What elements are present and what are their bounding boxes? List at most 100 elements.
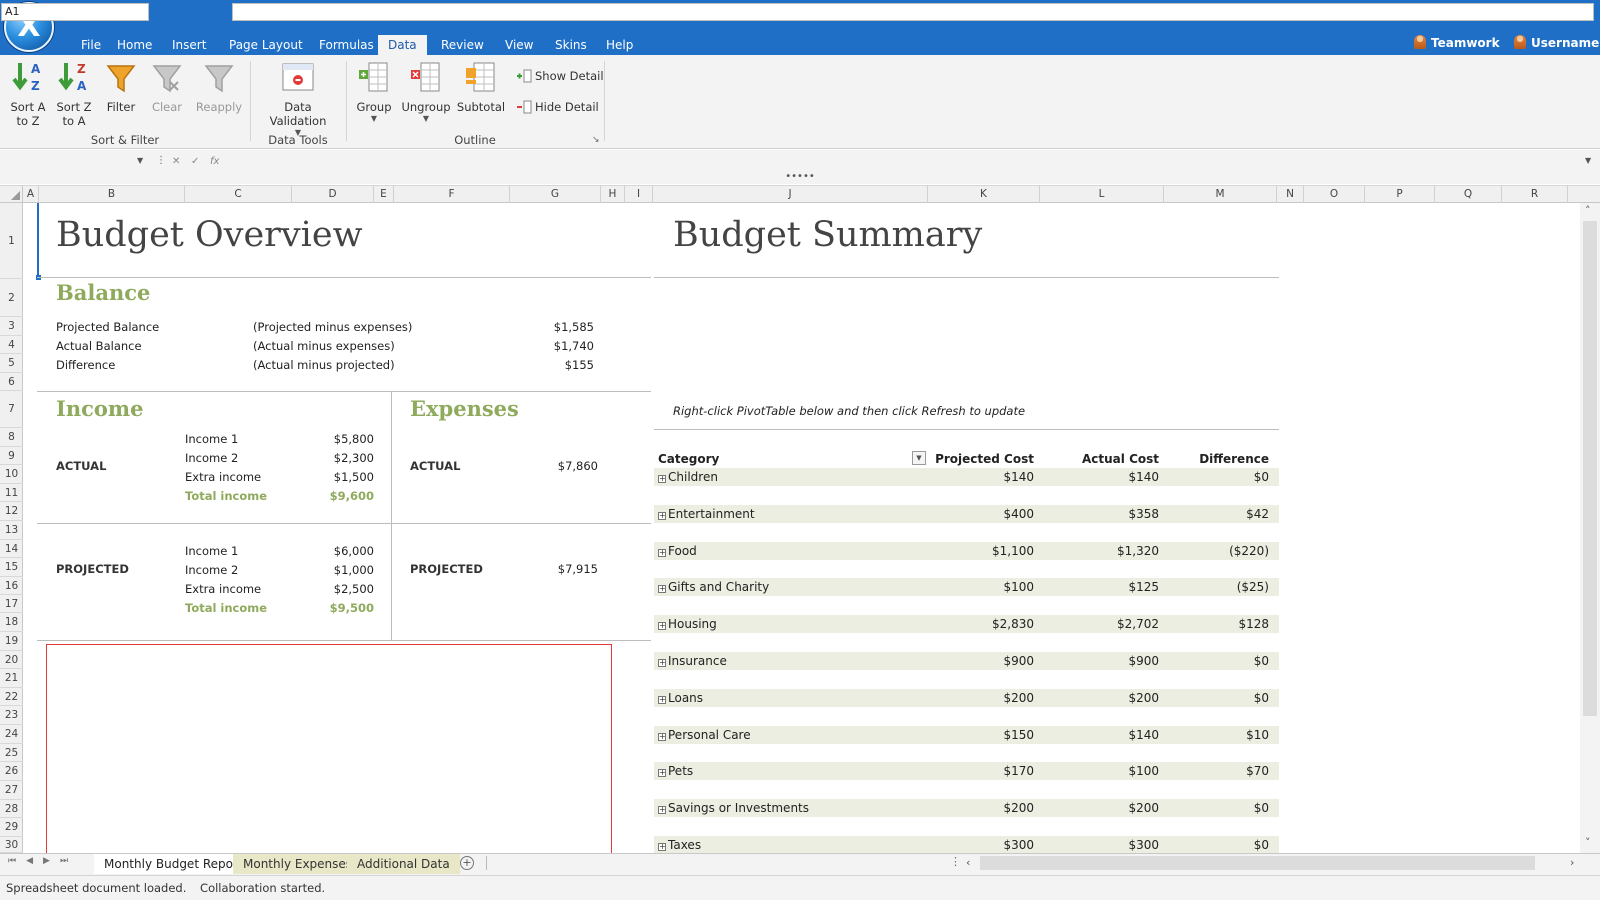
expand-formula-icon[interactable]: ▼	[1585, 156, 1591, 165]
row-header-5[interactable]: 5	[0, 354, 23, 373]
show-detail-button[interactable]: Show Detail	[516, 69, 604, 86]
tab-insert[interactable]: Insert	[162, 35, 216, 55]
sheet-nav-arrows[interactable]: ⏮◀▶⏭	[8, 856, 78, 866]
tab-splitter-icon[interactable]: ⋮	[950, 855, 961, 868]
row-header-15[interactable]: 15	[0, 558, 23, 577]
selected-cell-a1[interactable]	[37, 203, 39, 278]
row-header-26[interactable]: 26	[0, 762, 23, 781]
column-header-c[interactable]: C	[185, 186, 292, 203]
row-header-9[interactable]: 9	[0, 447, 23, 465]
expand-icon[interactable]: +	[658, 585, 666, 594]
last-sheet-icon[interactable]: ⏭	[60, 856, 78, 866]
column-header-q[interactable]: Q	[1435, 186, 1502, 203]
cancel-icon[interactable]: ✕	[172, 156, 180, 167]
column-header-a[interactable]: A	[23, 186, 39, 203]
column-header-g[interactable]: G	[510, 186, 601, 203]
column-header-b[interactable]: B	[39, 186, 185, 203]
column-header-j[interactable]: J	[653, 186, 928, 203]
row-header-16[interactable]: 16	[0, 577, 23, 595]
row-header-20[interactable]: 20	[0, 651, 23, 669]
sort-z-to-a-button[interactable]: ZA Sort Z to A	[52, 60, 96, 130]
tab-review[interactable]: Review	[431, 35, 494, 55]
reapply-button[interactable]: Reapply	[194, 60, 244, 130]
filter-button[interactable]: Filter	[100, 60, 142, 130]
row-header-27[interactable]: 27	[0, 781, 23, 800]
scroll-left-icon[interactable]: ‹	[966, 856, 970, 869]
pivot-row[interactable]: + Children $140 $140 $0	[654, 468, 1279, 486]
row-header-19[interactable]: 19	[0, 632, 23, 651]
pivot-row[interactable]: + Loans $200 $200 $0	[654, 688, 1279, 707]
row-header-14[interactable]: 14	[0, 540, 23, 558]
expand-icon[interactable]: +	[658, 843, 666, 851]
expand-icon[interactable]: +	[658, 659, 666, 667]
tab-formulas[interactable]: Formulas	[309, 35, 384, 55]
prev-sheet-icon[interactable]: ◀	[26, 856, 43, 866]
row-header-29[interactable]: 29	[0, 818, 23, 837]
tab-file[interactable]: File	[71, 35, 111, 55]
expand-icon[interactable]: +	[658, 475, 666, 483]
pivot-row[interactable]: + Entertainment $400 $358 $42	[654, 504, 1279, 523]
hide-detail-button[interactable]: Hide Detail	[516, 100, 599, 117]
column-header-n[interactable]: N	[1277, 186, 1304, 203]
tab-data[interactable]: Data	[378, 35, 427, 55]
row-header-11[interactable]: 11	[0, 484, 23, 502]
column-header-h[interactable]: H	[601, 186, 625, 203]
column-header-f[interactable]: F	[394, 186, 510, 203]
sheet-grid[interactable]: Budget Overview Balance Projected Balanc…	[24, 203, 1580, 853]
pivot-row[interactable]: + Food $1,100 $1,320 ($220)	[654, 541, 1279, 560]
horizontal-scroll-thumb[interactable]	[980, 856, 1535, 870]
row-header-24[interactable]: 24	[0, 725, 23, 744]
insert-function-icon[interactable]: fx	[210, 156, 219, 167]
expand-icon[interactable]: +	[658, 511, 666, 520]
sheet-tab-monthly-budget-report[interactable]: Monthly Budget Report	[94, 854, 253, 874]
row-header-21[interactable]: 21	[0, 669, 23, 688]
tab-view[interactable]: View	[495, 35, 543, 55]
expand-icon[interactable]: +	[658, 732, 666, 741]
row-header-4[interactable]: 4	[0, 336, 23, 354]
pivot-row[interactable]: + Savings or Investments $200 $200 $0	[654, 799, 1279, 818]
column-header-e[interactable]: E	[374, 186, 394, 203]
formula-input[interactable]	[232, 3, 1594, 21]
row-header-17[interactable]: 17	[0, 595, 23, 613]
add-sheet-icon[interactable]: +	[460, 856, 474, 870]
column-header-r[interactable]: R	[1502, 186, 1568, 203]
row-header-22[interactable]: 22	[0, 688, 23, 706]
pivot-row[interactable]: + Insurance $900 $900 $0	[654, 652, 1279, 670]
pivot-row[interactable]: + Pets $170 $100 $70	[654, 762, 1279, 781]
scroll-up-icon[interactable]: ˄	[1585, 204, 1591, 217]
tab-skins[interactable]: Skins	[545, 35, 597, 55]
pivot-row[interactable]: + Housing $2,830 $2,702 $128	[654, 615, 1279, 634]
row-header-1[interactable]: 1	[0, 203, 23, 279]
row-header-12[interactable]: 12	[0, 502, 23, 521]
group-button[interactable]: Group ▼	[352, 60, 396, 130]
column-header-p[interactable]: P	[1365, 186, 1435, 203]
pivot-row[interactable]: + Gifts and Charity $100 $125 ($25)	[654, 578, 1279, 597]
row-header-8[interactable]: 8	[0, 428, 23, 447]
row-header-2[interactable]: 2	[0, 279, 23, 317]
sort-a-to-z-button[interactable]: AZ Sort A to Z	[6, 60, 50, 130]
sheet-tab-monthly-expenses[interactable]: Monthly Expenses	[233, 854, 363, 874]
enter-icon[interactable]: ✓	[191, 156, 199, 167]
ungroup-button[interactable]: Ungroup ▼	[400, 60, 452, 130]
expand-icon[interactable]: +	[658, 622, 666, 631]
row-header-6[interactable]: 6	[0, 373, 23, 391]
scroll-right-icon[interactable]: ›	[1570, 856, 1574, 869]
chart-placeholder[interactable]	[46, 644, 612, 853]
clear-filter-button[interactable]: Clear	[146, 60, 188, 130]
data-validation-button[interactable]: Data Validation ▼	[256, 60, 340, 137]
column-header-d[interactable]: D	[292, 186, 374, 203]
user-button[interactable]: Username	[1514, 35, 1599, 51]
expand-icon[interactable]: +	[658, 769, 666, 778]
row-header-18[interactable]: 18	[0, 613, 23, 632]
select-all-corner[interactable]	[0, 186, 23, 203]
vertical-scroll-thumb[interactable]	[1583, 221, 1597, 716]
name-box[interactable]: A1	[1, 3, 149, 21]
sheet-tab-additional-data[interactable]: Additional Data	[347, 854, 460, 874]
dialog-launcher-icon[interactable]: ↘	[592, 135, 600, 145]
row-header-3[interactable]: 3	[0, 317, 23, 336]
row-header-25[interactable]: 25	[0, 744, 23, 762]
scroll-down-icon[interactable]: ˅	[1585, 836, 1591, 849]
row-header-30[interactable]: 30	[0, 837, 23, 853]
row-header-10[interactable]: 10	[0, 465, 23, 484]
column-header-o[interactable]: O	[1304, 186, 1365, 203]
